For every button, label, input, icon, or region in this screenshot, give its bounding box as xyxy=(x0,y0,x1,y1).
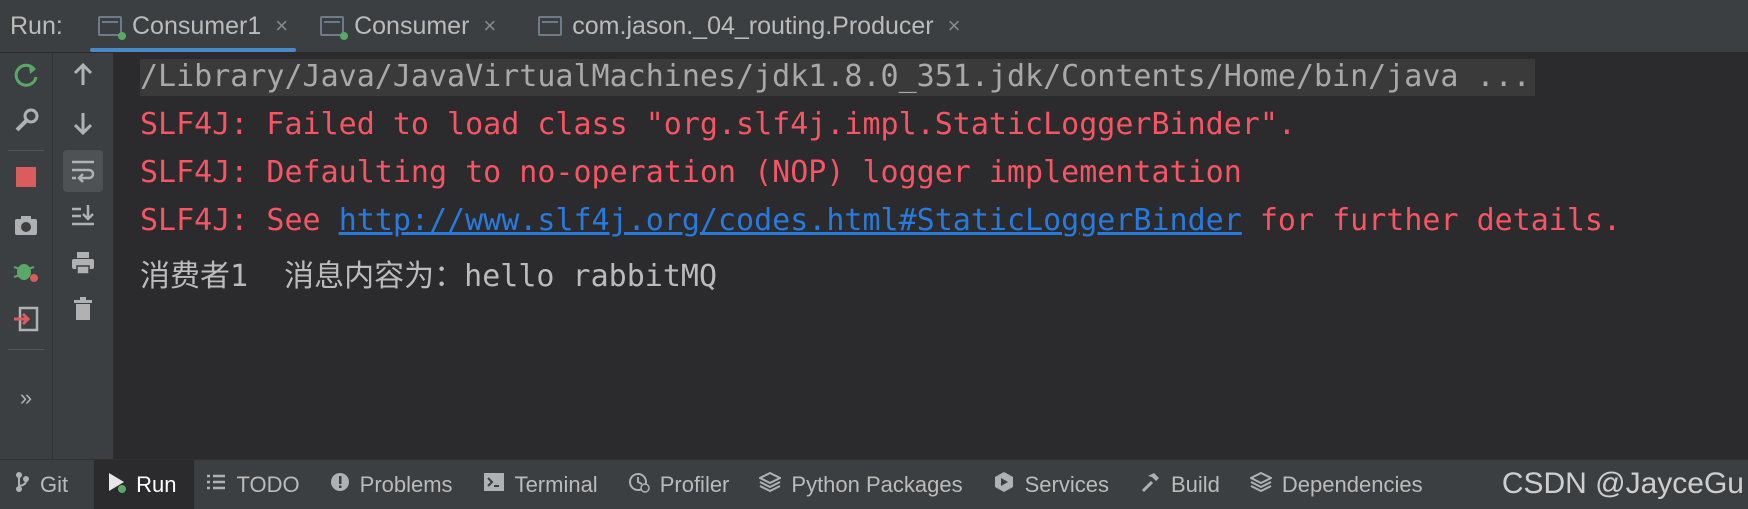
services-icon xyxy=(993,471,1015,499)
camera-icon[interactable] xyxy=(6,211,46,245)
toolbar-separator xyxy=(8,150,44,151)
run-actions-toolbar: » xyxy=(0,53,53,459)
rerun-icon[interactable] xyxy=(6,61,46,95)
run-icon xyxy=(106,471,127,499)
error-line: SLF4J: Failed to load class "org.slf4j.i… xyxy=(140,107,1296,142)
toolwindow-problems[interactable]: Problems xyxy=(318,460,471,509)
toolwindow-label: Problems xyxy=(359,471,453,497)
error-prefix: SLF4J: See xyxy=(140,203,339,238)
arrow-up-icon[interactable] xyxy=(63,61,103,95)
toolwindow-label: Terminal xyxy=(514,471,598,497)
debug-bug-icon[interactable] xyxy=(6,257,46,291)
toolwindow-label: Dependencies xyxy=(1281,471,1423,497)
toolbar-separator xyxy=(8,349,44,350)
command-line[interactable]: /Library/Java/JavaVirtualMachines/jdk1.8… xyxy=(140,59,1535,96)
tab-label: Consumer1 xyxy=(132,11,262,40)
list-icon xyxy=(206,472,226,498)
toolwindow-services[interactable]: Services xyxy=(981,460,1127,509)
toolwindow-terminal[interactable]: Terminal xyxy=(471,460,616,509)
running-indicator-icon xyxy=(118,32,126,40)
profiler-icon xyxy=(628,471,650,499)
output-line: 消费者1 消息内容为：hello rabbitMQ xyxy=(140,259,718,294)
scroll-to-end-icon[interactable] xyxy=(63,201,103,235)
toolwindow-run[interactable]: Run xyxy=(94,460,195,509)
toolwindow-label: Python Packages xyxy=(791,471,963,497)
trash-icon[interactable] xyxy=(63,295,103,329)
console-output[interactable]: /Library/Java/JavaVirtualMachines/jdk1.8… xyxy=(114,53,1748,459)
error-line: SLF4J: Defaulting to no-operation (NOP) … xyxy=(140,155,1242,190)
toolwindow-label: Run xyxy=(136,471,177,497)
branch-icon xyxy=(14,471,30,499)
tab-consumer[interactable]: Consumer × xyxy=(312,0,504,52)
run-label: Run: xyxy=(10,11,63,40)
layers-icon xyxy=(1248,471,1274,499)
error-suffix: for further details. xyxy=(1241,203,1622,238)
tool-window-bar: Git Run TODO Problems Terminal Profiler … xyxy=(0,459,1748,509)
more-chevron-icon[interactable]: » xyxy=(6,383,46,413)
close-icon[interactable]: × xyxy=(948,13,961,39)
tab-label: com.jason._04_routing.Producer xyxy=(572,11,934,40)
toolwindow-python-packages[interactable]: Python Packages xyxy=(747,460,980,509)
close-icon[interactable]: × xyxy=(483,13,496,39)
print-icon[interactable] xyxy=(63,249,103,283)
toolwindow-build[interactable]: Build xyxy=(1127,460,1238,509)
soft-wrap-icon[interactable] xyxy=(63,150,103,192)
toolwindow-git[interactable]: Git xyxy=(0,460,86,509)
tab-consumer1[interactable]: Consumer1 × xyxy=(90,0,297,52)
terminal-icon xyxy=(483,472,505,498)
login-exit-icon[interactable] xyxy=(6,305,46,339)
hammer-icon xyxy=(1139,471,1161,499)
tab-producer[interactable]: com.jason._04_routing.Producer × xyxy=(530,0,968,52)
toolwindow-label: TODO xyxy=(236,471,300,497)
toolwindow-label: Services xyxy=(1024,471,1109,497)
toolwindow-label: Git xyxy=(40,471,69,497)
stop-icon[interactable] xyxy=(6,163,46,197)
arrow-down-icon[interactable] xyxy=(63,109,103,143)
error-line: SLF4J: See http://www.slf4j.org/codes.ht… xyxy=(140,203,1621,238)
toolwindow-profiler[interactable]: Profiler xyxy=(616,460,748,509)
layers-icon xyxy=(758,471,783,499)
toolwindow-label: Profiler xyxy=(659,471,730,497)
tab-label: Consumer xyxy=(354,11,470,40)
warning-icon xyxy=(330,472,350,498)
running-indicator-icon xyxy=(340,32,349,40)
slf4j-docs-link[interactable]: http://www.slf4j.org/codes.html#StaticLo… xyxy=(339,203,1242,238)
watermark: CSDN @JayceGu xyxy=(1501,467,1744,500)
toolwindow-dependencies[interactable]: Dependencies xyxy=(1238,460,1441,509)
toolwindow-label: Build xyxy=(1170,471,1220,497)
console-actions-toolbar xyxy=(53,53,114,459)
run-toolbar: Run: Consumer1 × Consumer × com.jason._0… xyxy=(0,0,1748,53)
console-window-icon xyxy=(538,16,563,36)
close-icon[interactable]: × xyxy=(275,13,288,39)
settings-wrench-icon[interactable] xyxy=(6,107,46,141)
toolwindow-todo[interactable]: TODO xyxy=(194,460,317,509)
